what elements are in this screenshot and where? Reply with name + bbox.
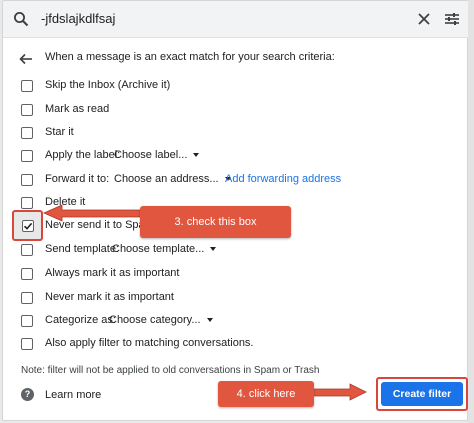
callout-step3: 3. check this box xyxy=(140,206,291,238)
callout-step4: 4. click here xyxy=(218,381,314,407)
arrow-to-checkbox-icon xyxy=(43,204,151,222)
screenshot-frame: -jfdslajkdlfsaj When a message is an exa… xyxy=(0,0,474,423)
arrow-to-create-filter-icon xyxy=(311,383,367,401)
